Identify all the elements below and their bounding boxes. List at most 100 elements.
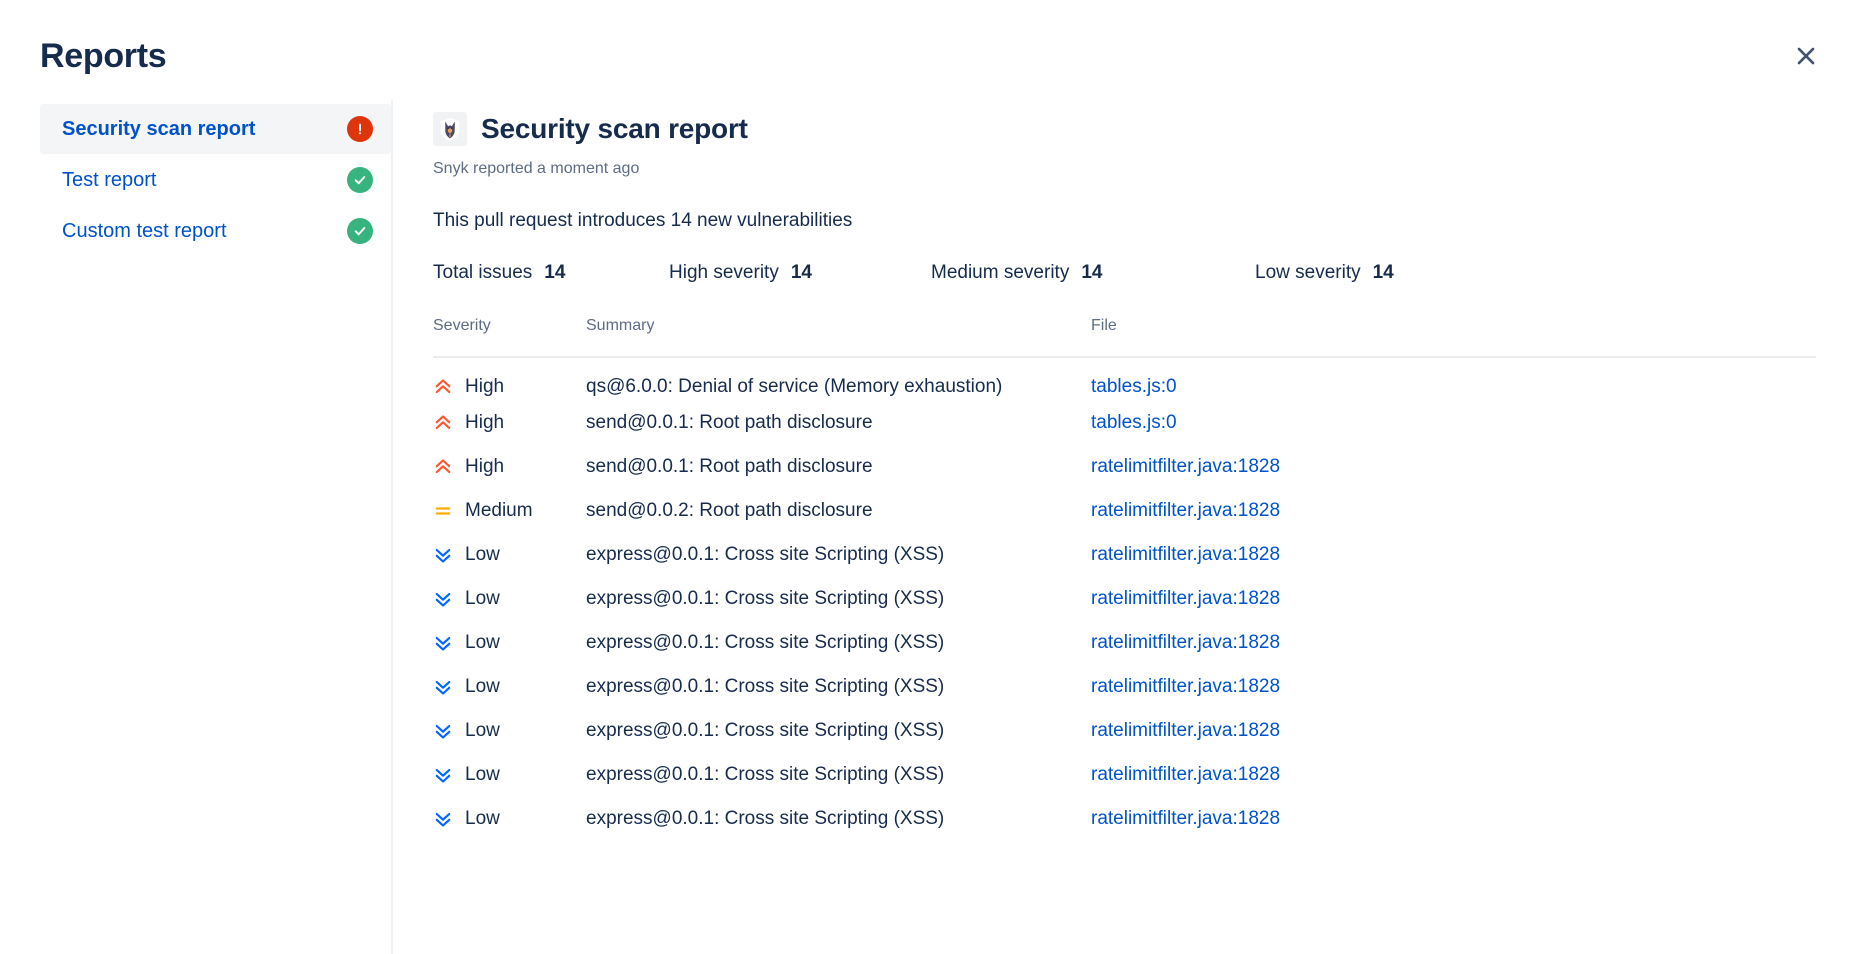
report-detail-panel: Security scan report Snyk reported a mom… bbox=[391, 100, 1856, 954]
cell-summary: express@0.0.1: Cross site Scripting (XSS… bbox=[586, 709, 1091, 753]
file-link[interactable]: ratelimitfilter.java:1828 bbox=[1091, 808, 1280, 829]
sidebar-item-custom-test-report[interactable]: Custom test report bbox=[40, 206, 391, 256]
issues-table-body: High qs@6.0.0: Denial of service (Memory … bbox=[433, 357, 1816, 841]
issue-summary: send@0.0.1: Root path disclosure bbox=[586, 456, 873, 477]
report-intro: This pull request introduces 14 new vuln… bbox=[433, 208, 1816, 234]
snyk-doberman-icon bbox=[433, 112, 467, 146]
cell-summary: send@0.0.1: Root path disclosure bbox=[586, 445, 1091, 489]
stat-label: High severity bbox=[669, 261, 779, 285]
chevron-double-up-icon bbox=[433, 457, 453, 477]
table-row: Low express@0.0.1: Cross site Scripting (… bbox=[433, 797, 1816, 841]
cell-file: tables.js:0 bbox=[1091, 357, 1816, 401]
stat-total-issues: Total issues 14 bbox=[433, 261, 669, 285]
cell-severity: High bbox=[433, 357, 586, 401]
file-link[interactable]: ratelimitfilter.java:1828 bbox=[1091, 676, 1280, 697]
cell-summary: express@0.0.1: Cross site Scripting (XSS… bbox=[586, 665, 1091, 709]
cell-file: ratelimitfilter.java:1828 bbox=[1091, 709, 1816, 753]
sidebar-item-label: Custom test report bbox=[62, 218, 227, 244]
cell-file: ratelimitfilter.java:1828 bbox=[1091, 665, 1816, 709]
stat-medium-severity: Medium severity 14 bbox=[931, 261, 1255, 285]
close-button[interactable] bbox=[1784, 34, 1828, 78]
cell-file: ratelimitfilter.java:1828 bbox=[1091, 489, 1816, 533]
chevron-double-down-icon bbox=[433, 545, 453, 565]
file-link[interactable]: tables.js:0 bbox=[1091, 412, 1177, 433]
sidebar-item-label: Test report bbox=[62, 167, 156, 193]
file-link[interactable]: ratelimitfilter.java:1828 bbox=[1091, 544, 1280, 565]
severity-label: Low bbox=[465, 543, 500, 567]
stat-high-severity: High severity 14 bbox=[669, 261, 931, 285]
reports-modal: Reports Security scan report bbox=[0, 0, 1856, 954]
file-link[interactable]: ratelimitfilter.java:1828 bbox=[1091, 500, 1280, 521]
cell-summary: express@0.0.1: Cross site Scripting (XSS… bbox=[586, 753, 1091, 797]
cell-severity: Low bbox=[433, 797, 586, 841]
modal-header: Reports bbox=[0, 0, 1856, 100]
cell-file: ratelimitfilter.java:1828 bbox=[1091, 445, 1816, 489]
cell-summary: express@0.0.1: Cross site Scripting (XSS… bbox=[586, 621, 1091, 665]
file-link[interactable]: ratelimitfilter.java:1828 bbox=[1091, 456, 1280, 477]
cell-summary: express@0.0.1: Cross site Scripting (XSS… bbox=[586, 797, 1091, 841]
severity-label: Low bbox=[465, 719, 500, 743]
file-link[interactable]: ratelimitfilter.java:1828 bbox=[1091, 588, 1280, 609]
severity-label: High bbox=[465, 375, 504, 399]
severity-label: Low bbox=[465, 763, 500, 787]
table-header-row: Severity Summary File bbox=[433, 315, 1816, 357]
stat-value: 14 bbox=[544, 261, 565, 285]
success-status-badge bbox=[347, 218, 373, 244]
file-link[interactable]: ratelimitfilter.java:1828 bbox=[1091, 720, 1280, 741]
cell-severity: Low bbox=[433, 753, 586, 797]
stats-row: Total issues 14 High severity 14 Medium … bbox=[433, 261, 1816, 285]
cell-summary: send@0.0.2: Root path disclosure bbox=[586, 489, 1091, 533]
sidebar-item-security-scan-report[interactable]: Security scan report bbox=[40, 104, 391, 154]
chevron-double-down-icon bbox=[433, 633, 453, 653]
issues-table: Severity Summary File High qs@6.0.0: Deni… bbox=[433, 315, 1816, 841]
issue-summary: express@0.0.1: Cross site Scripting (XSS… bbox=[586, 720, 944, 741]
error-status-badge bbox=[347, 116, 373, 142]
column-header-summary: Summary bbox=[586, 315, 1091, 357]
cell-severity: Medium bbox=[433, 489, 586, 533]
issue-summary: send@0.0.1: Root path disclosure bbox=[586, 412, 873, 433]
column-header-file: File bbox=[1091, 315, 1816, 357]
page-title: Reports bbox=[40, 36, 1816, 76]
cell-file: tables.js:0 bbox=[1091, 401, 1816, 445]
chevron-double-down-icon bbox=[433, 589, 453, 609]
table-row: Medium send@0.0.2: Root path disclosurera… bbox=[433, 489, 1816, 533]
cell-summary: express@0.0.1: Cross site Scripting (XSS… bbox=[586, 577, 1091, 621]
chevron-double-down-icon bbox=[433, 765, 453, 785]
severity-label: Low bbox=[465, 587, 500, 611]
issue-summary: express@0.0.1: Cross site Scripting (XSS… bbox=[586, 764, 944, 785]
column-header-severity: Severity bbox=[433, 315, 586, 357]
cell-severity: Low bbox=[433, 621, 586, 665]
cell-file: ratelimitfilter.java:1828 bbox=[1091, 577, 1816, 621]
chevron-double-up-icon bbox=[433, 377, 453, 397]
chevron-double-up-icon bbox=[433, 413, 453, 433]
table-row: Low express@0.0.1: Cross site Scripting (… bbox=[433, 577, 1816, 621]
issue-summary: qs@6.0.0: Denial of service (Memory exha… bbox=[586, 376, 1002, 397]
cell-summary: qs@6.0.0: Denial of service (Memory exha… bbox=[586, 357, 1091, 401]
issue-summary: express@0.0.1: Cross site Scripting (XSS… bbox=[586, 808, 944, 829]
sidebar-item-test-report[interactable]: Test report bbox=[40, 155, 391, 205]
table-row: Low express@0.0.1: Cross site Scripting (… bbox=[433, 533, 1816, 577]
cell-summary: express@0.0.1: Cross site Scripting (XSS… bbox=[586, 533, 1091, 577]
reports-sidebar: Security scan report Test report Cu bbox=[40, 100, 391, 954]
report-heading: Security scan report bbox=[433, 112, 1816, 146]
chevron-double-down-icon bbox=[433, 721, 453, 741]
severity-label: Medium bbox=[465, 499, 533, 523]
issue-summary: express@0.0.1: Cross site Scripting (XSS… bbox=[586, 544, 944, 565]
file-link[interactable]: ratelimitfilter.java:1828 bbox=[1091, 764, 1280, 785]
stat-value: 14 bbox=[791, 261, 812, 285]
cell-severity: Low bbox=[433, 577, 586, 621]
severity-label: High bbox=[465, 455, 504, 479]
table-row: High qs@6.0.0: Denial of service (Memory … bbox=[433, 357, 1816, 401]
severity-label: Low bbox=[465, 807, 500, 831]
file-link[interactable]: ratelimitfilter.java:1828 bbox=[1091, 632, 1280, 653]
cell-severity: Low bbox=[433, 709, 586, 753]
stat-value: 14 bbox=[1081, 261, 1102, 285]
file-link[interactable]: tables.js:0 bbox=[1091, 376, 1177, 397]
close-icon bbox=[1793, 43, 1819, 69]
table-row: High send@0.0.1: Root path disclosure rate… bbox=[433, 445, 1816, 489]
table-row: Lowexpress@0.0.1: Cross site Scripting (… bbox=[433, 665, 1816, 709]
cell-summary: send@0.0.1: Root path disclosure bbox=[586, 401, 1091, 445]
modal-body: Security scan report Test report Cu bbox=[0, 100, 1856, 954]
cell-file: ratelimitfilter.java:1828 bbox=[1091, 753, 1816, 797]
table-row: Lowexpress@0.0.1: Cross site Scripting (… bbox=[433, 621, 1816, 665]
